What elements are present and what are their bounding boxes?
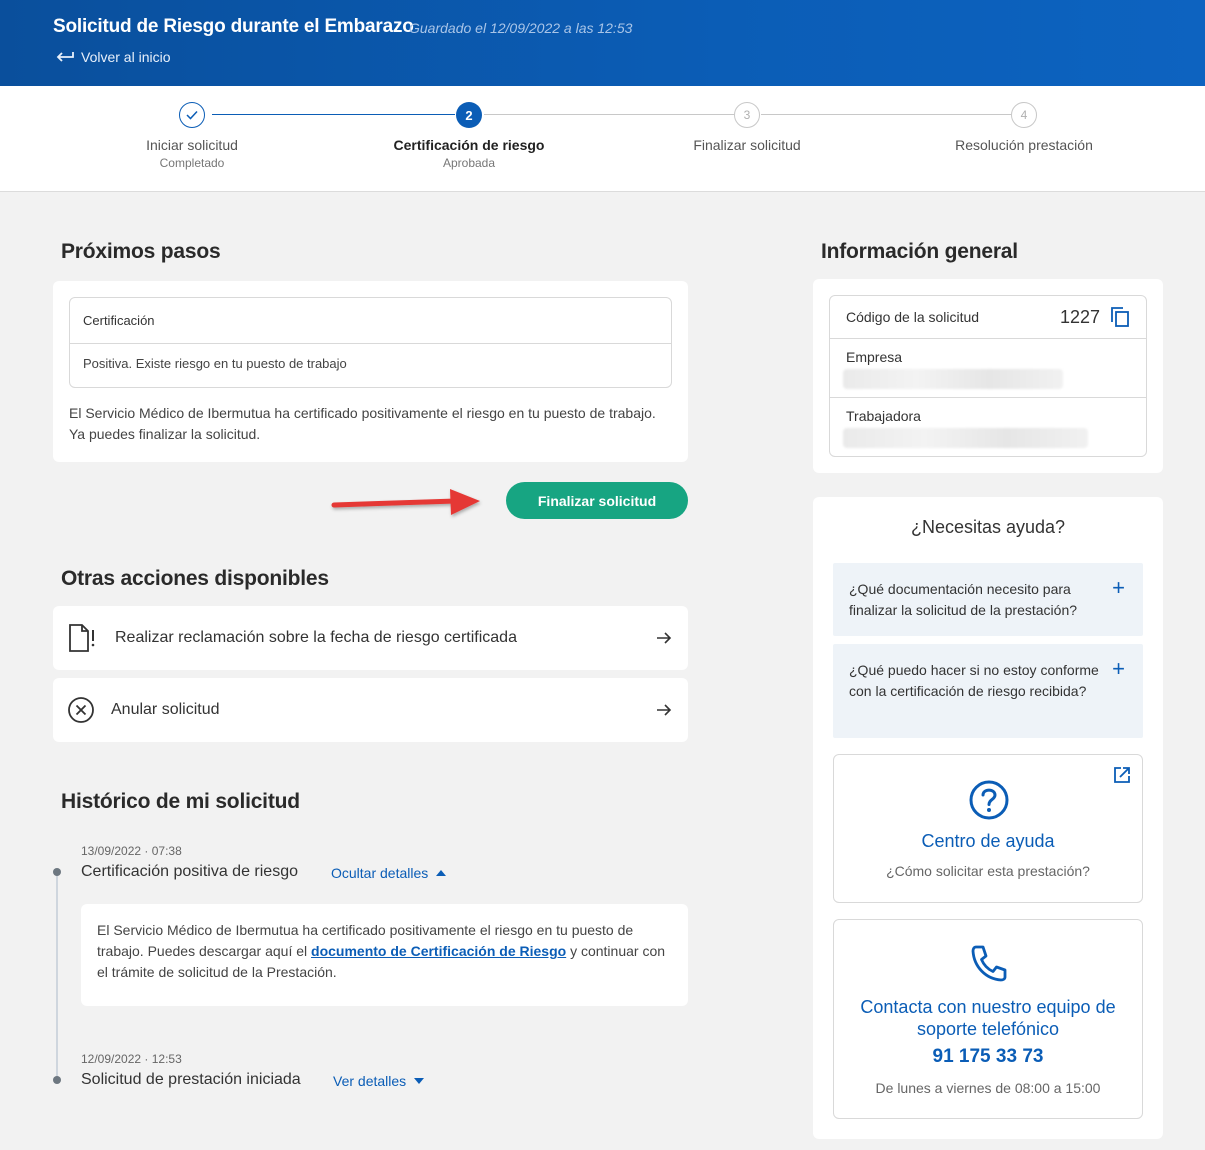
help-center-link[interactable]: Centro de ayuda ¿Cómo solicitar esta pre… <box>833 754 1143 903</box>
faq-question: ¿Qué documentación necesito para finaliz… <box>849 581 1078 618</box>
phone-support-box: Contacta con nuestro equipo de soporte t… <box>833 919 1143 1119</box>
timeline-line <box>56 872 58 1082</box>
step-status: Completado <box>159 156 225 170</box>
history-detail-box: El Servicio Médico de Ibermutua ha certi… <box>81 904 688 1006</box>
redacted-value <box>843 369 1063 389</box>
company-row: Empresa <box>830 339 1146 398</box>
step-2: 2 Certificación de riesgo Aprobada <box>349 102 589 170</box>
contact-title: Contacta con nuestro equipo de soporte t… <box>860 997 1116 1039</box>
step-status: Aprobada <box>442 156 496 170</box>
app-header: Solicitud de Riesgo durante el Embarazo … <box>0 0 1205 86</box>
step-label: Certificación de riesgo <box>393 137 545 153</box>
caret-down-icon <box>414 1078 425 1084</box>
document-alert-icon <box>69 624 95 652</box>
help-card: ¿Necesitas ayuda? ¿Qué documentación nec… <box>813 497 1163 1139</box>
history-item-title: Solicitud de prestación iniciada <box>81 1071 301 1088</box>
action-label: Realizar reclamación sobre la fecha de r… <box>115 629 517 646</box>
plus-icon: + <box>1112 575 1125 600</box>
redacted-value <box>843 428 1088 448</box>
link-label: Ocultar detalles <box>331 865 429 881</box>
action-label: Anular solicitud <box>111 701 220 718</box>
step-number: 4 <box>1011 102 1037 128</box>
certification-value: Positiva. Existe riesgo en tu puesto de … <box>83 356 347 371</box>
hide-details-link[interactable]: Ocultar detalles <box>331 865 447 881</box>
certification-header: Certificación <box>70 298 671 344</box>
step-4: 4 Resolución prestación <box>904 102 1144 153</box>
cancel-circle-icon <box>68 697 94 723</box>
general-info-table: Código de la solicitud 1227 Empresa Trab… <box>829 295 1147 457</box>
history-date: 13/09/2022 · 07:38 <box>81 844 182 858</box>
saved-timestamp: Guardado el 12/09/2022 a las 12:53 <box>409 20 633 36</box>
company-label: Empresa <box>846 349 903 365</box>
link-label: Ver detalles <box>333 1073 407 1089</box>
arrow-right-icon <box>657 632 672 644</box>
request-code-label: Código de la solicitud <box>846 309 980 325</box>
claim-risk-date-action[interactable]: Realizar reclamación sobre la fecha de r… <box>53 606 688 670</box>
worker-row: Trabajadora <box>830 398 1146 457</box>
finalize-request-button[interactable]: Finalizar solicitud <box>506 482 688 519</box>
annotation-arrow-icon <box>331 489 480 515</box>
next-steps-description: El Servicio Médico de Ibermutua ha certi… <box>69 405 656 442</box>
plus-icon: + <box>1112 656 1125 681</box>
worker-label: Trabajadora <box>846 408 921 424</box>
step-3: 3 Finalizar solicitud <box>627 102 867 153</box>
arrow-right-icon <box>657 704 672 716</box>
history-item-title: Certificación positiva de riesgo <box>81 863 298 880</box>
risk-certificate-document-link[interactable]: documento de Certificación de Riesgo <box>311 943 566 959</box>
request-code-value: 1227 <box>1059 306 1100 327</box>
step-label: Iniciar solicitud <box>146 137 238 153</box>
other-actions-title: Otras acciones disponibles <box>61 567 329 590</box>
next-steps-card: Certificación Positiva. Existe riesgo en… <box>53 281 688 462</box>
support-hours: De lunes a viernes de 08:00 a 15:00 <box>875 1080 1101 1096</box>
faq-question: ¿Qué puedo hacer si no estoy conforme co… <box>849 662 1099 699</box>
phone-icon <box>971 945 1007 982</box>
timeline-dot <box>53 868 61 876</box>
certification-box: Certificación Positiva. Existe riesgo en… <box>69 297 672 388</box>
caret-up-icon <box>436 870 447 876</box>
help-title: ¿Necesitas ayuda? <box>910 517 1066 537</box>
return-arrow-icon <box>56 52 74 62</box>
copy-icon[interactable] <box>1110 306 1130 328</box>
view-details-link[interactable]: Ver detalles <box>333 1073 425 1089</box>
step-label: Resolución prestación <box>955 137 1093 153</box>
support-phone-number[interactable]: 91 175 33 73 <box>834 1046 1142 1068</box>
general-info-title: Información general <box>821 240 1018 263</box>
help-center-title: Centro de ayuda <box>921 831 1055 851</box>
step-number: 3 <box>734 102 760 128</box>
help-center-subtitle: ¿Cómo solicitar esta prestación? <box>886 863 1090 879</box>
timeline-dot <box>53 1076 61 1084</box>
faq-item[interactable]: ¿Qué documentación necesito para finaliz… <box>833 563 1143 636</box>
next-steps-title: Próximos pasos <box>61 240 221 263</box>
check-icon <box>179 102 205 128</box>
step-number: 2 <box>456 102 482 128</box>
page-title: Solicitud de Riesgo durante el Embarazo <box>53 16 414 37</box>
step-1: Iniciar solicitud Completado <box>72 102 312 170</box>
history-date: 12/09/2022 · 12:53 <box>81 1052 182 1066</box>
help-question-icon <box>969 780 1009 820</box>
step-label: Finalizar solicitud <box>693 137 801 153</box>
external-link-icon <box>1114 767 1130 783</box>
cancel-request-action[interactable]: Anular solicitud <box>53 678 688 742</box>
general-info-card: Código de la solicitud 1227 Empresa Trab… <box>813 279 1163 473</box>
faq-item[interactable]: ¿Qué puedo hacer si no estoy conforme co… <box>833 644 1143 738</box>
back-to-home-link[interactable]: Volver al inicio <box>55 49 171 65</box>
progress-stepper: Iniciar solicitud Completado 2 Certifica… <box>0 86 1205 192</box>
request-code-row: Código de la solicitud 1227 <box>830 296 1146 339</box>
history-title: Histórico de mi solicitud <box>61 790 300 813</box>
back-label: Volver al inicio <box>81 49 171 65</box>
